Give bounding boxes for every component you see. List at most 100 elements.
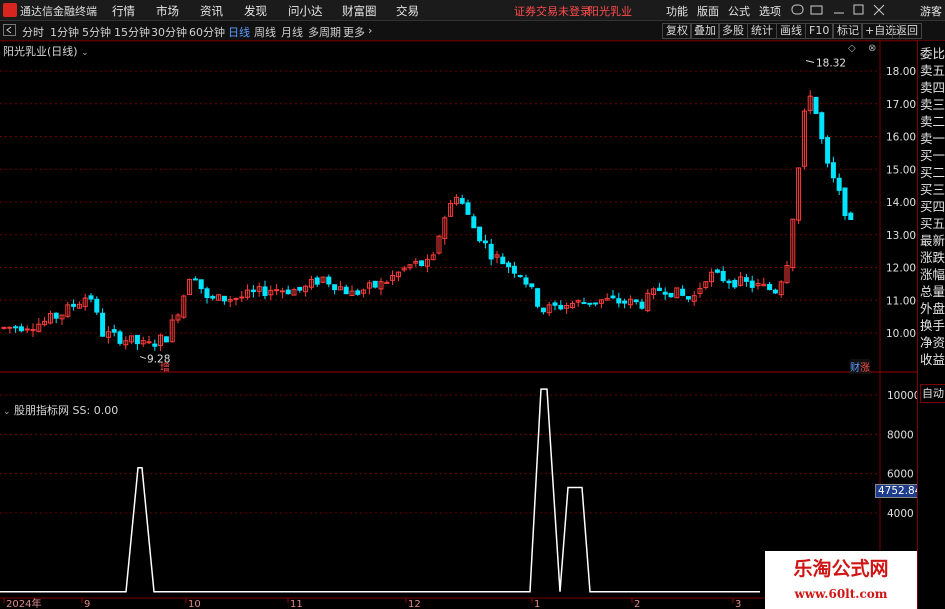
auto-button[interactable]: 自动: [920, 384, 945, 403]
menu-wenxiaoda[interactable]: 问小达: [288, 3, 323, 19]
maximize-icon[interactable]: [853, 4, 864, 15]
low-marker: [139, 356, 147, 360]
panel-buy4[interactable]: 买四: [920, 198, 945, 215]
period-30min[interactable]: 30分钟: [151, 24, 187, 40]
panel-buy2[interactable]: 买二: [920, 164, 945, 181]
tool-fuquan[interactable]: 复权: [662, 23, 692, 39]
menu-zixun[interactable]: 资讯: [200, 3, 223, 19]
chevron-down-icon[interactable]: ⌄: [3, 407, 11, 417]
candle-body: [656, 287, 662, 291]
candle-body: [274, 289, 280, 292]
candle-body: [540, 307, 546, 313]
price-tick-label: 12.00: [886, 263, 916, 275]
close-icon[interactable]: [873, 4, 885, 16]
guest-label[interactable]: 游客: [920, 3, 942, 19]
candle-body: [314, 277, 320, 285]
panel-outer[interactable]: 外盘: [920, 300, 945, 317]
tool-diejia[interactable]: 叠加: [690, 23, 720, 39]
candle-body: [836, 177, 842, 191]
period-monthly[interactable]: 月线: [281, 24, 303, 40]
candle-body: [343, 286, 349, 295]
menu-xuanxiang[interactable]: 选项: [759, 3, 781, 19]
panel-volume[interactable]: 总量: [920, 283, 945, 300]
chevron-down-icon[interactable]: ⌄: [81, 48, 89, 58]
period-fenshi[interactable]: 分时: [22, 24, 44, 40]
candle-body: [511, 265, 517, 274]
period-5min[interactable]: 5分钟: [82, 24, 111, 40]
candle-body: [680, 288, 686, 296]
panel-weibi[interactable]: 委比: [920, 45, 945, 62]
menu-jiaoyi[interactable]: 交易: [396, 3, 419, 19]
price-tick-label: 11.00: [886, 295, 916, 307]
panel-sell3[interactable]: 卖三: [920, 96, 945, 113]
panel-sell5[interactable]: 卖五: [920, 62, 945, 79]
indicator-tick-label: 8000: [887, 429, 914, 441]
period-60min[interactable]: 60分钟: [189, 24, 225, 40]
menu-caifuquan[interactable]: 财富圈: [342, 3, 377, 19]
tool-tongji[interactable]: 统计: [747, 23, 777, 39]
tool-fanhui[interactable]: 返回: [892, 23, 922, 39]
candle-body: [134, 334, 140, 345]
panel-latest[interactable]: 最新: [920, 232, 945, 249]
period-more[interactable]: 更多: [343, 24, 365, 40]
candle-body: [662, 291, 668, 295]
period-multi[interactable]: 多周期: [308, 24, 341, 40]
chat-icon[interactable]: [791, 4, 804, 15]
candle-body: [593, 302, 599, 305]
window-controls: [791, 4, 885, 16]
menu-shichang[interactable]: 市场: [156, 3, 179, 19]
panel-change-pct[interactable]: 涨幅: [920, 266, 945, 283]
tool-f10[interactable]: F10: [805, 23, 834, 39]
panel-sell1[interactable]: 卖一: [920, 130, 945, 147]
tool-duogu[interactable]: 多股: [718, 23, 748, 39]
candle-body: [622, 300, 628, 304]
candle-body: [726, 280, 732, 284]
chart-area[interactable]: 10.00 11.00 12.00 13.00 14.00 15.00 16.00 17.00…: [0, 41, 917, 609]
panel-change[interactable]: 涨跌: [920, 249, 945, 266]
candle-body: [285, 289, 291, 295]
panel-buy3[interactable]: 买三: [920, 181, 945, 198]
chevron-right-icon[interactable]: ›: [368, 24, 372, 37]
period-1min[interactable]: 1分钟: [50, 24, 79, 40]
panel-buy5[interactable]: 买五: [920, 215, 945, 232]
menu-hangqing[interactable]: 行情: [112, 3, 135, 19]
panel-sell4[interactable]: 卖四: [920, 79, 945, 96]
menu-banmian[interactable]: 版面: [697, 3, 719, 19]
tool-huaxian[interactable]: 画线: [776, 23, 806, 39]
menu-faxian[interactable]: 发现: [244, 3, 267, 19]
candle-body: [830, 162, 836, 179]
price-tick-label: 15.00: [886, 164, 916, 176]
period-weekly[interactable]: 周线: [254, 24, 276, 40]
panel-turnover[interactable]: 换手: [920, 317, 945, 334]
period-15min[interactable]: 15分钟: [114, 24, 150, 40]
close-panel-icon[interactable]: ⊗: [868, 43, 876, 54]
tool-biaoji[interactable]: 标记: [833, 23, 863, 39]
date-tick-label: 9: [84, 599, 90, 609]
date-tick-label: 2: [634, 599, 640, 609]
period-daily[interactable]: 日线: [228, 24, 250, 40]
login-warning[interactable]: 证券交易未登录: [514, 3, 591, 19]
diamond-icon[interactable]: ◇: [848, 43, 856, 54]
app-title: 通达信金融终端: [20, 5, 97, 18]
candle-body: [1, 326, 7, 329]
candle-body: [488, 243, 494, 260]
panel-net-assets[interactable]: 净资: [920, 334, 945, 351]
back-arrow-icon[interactable]: [3, 24, 17, 37]
candle-body: [720, 270, 726, 282]
candle-body: [233, 297, 239, 300]
panel-sell2[interactable]: 卖二: [920, 113, 945, 130]
high-price-label: 18.32: [816, 58, 846, 70]
candle-body: [639, 301, 645, 309]
candle-body: [13, 326, 19, 329]
candle-body: [610, 295, 616, 299]
panel-buy1[interactable]: 买一: [920, 147, 945, 164]
menu-gongshi[interactable]: 公式: [728, 3, 750, 19]
candle-body: [523, 277, 529, 285]
panel-earnings[interactable]: 收益: [920, 351, 945, 368]
message-icon[interactable]: [810, 5, 823, 15]
menu-gongneng[interactable]: 功能: [666, 3, 688, 19]
candle-body: [685, 296, 691, 300]
stock-name-header: 阳光乳业: [588, 5, 632, 18]
candle-body: [163, 336, 169, 343]
badge-zhang: 涨: [860, 363, 870, 374]
